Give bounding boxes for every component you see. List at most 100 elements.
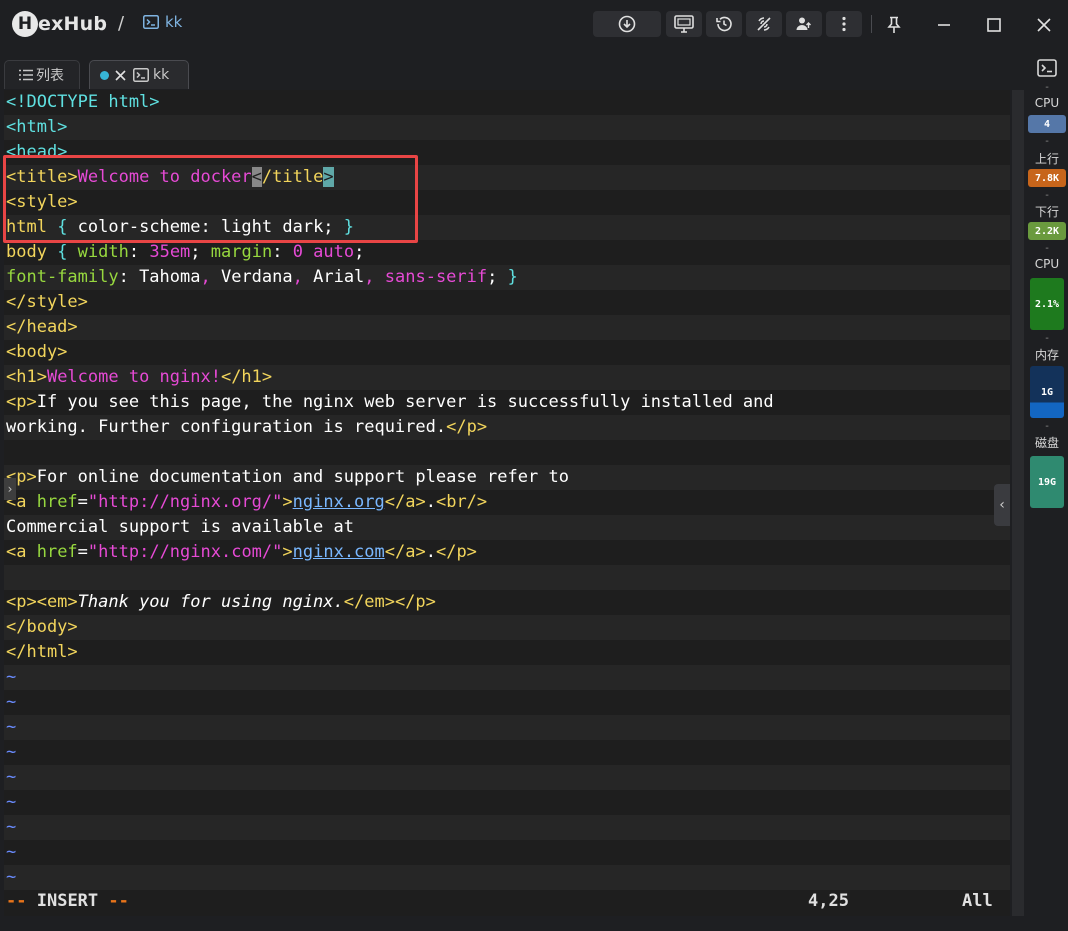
scroll-position: All [962, 891, 993, 911]
editor-token: ~ [6, 667, 17, 687]
editor-token: <p><em> [6, 592, 78, 612]
editor-token: ~ [6, 842, 17, 862]
pin-button[interactable] [880, 12, 908, 38]
terminal-icon [143, 15, 159, 29]
editor-token: , [200, 267, 221, 287]
logo-mark: H [12, 11, 38, 37]
dash: - [1045, 136, 1049, 147]
editor-token: href [36, 542, 78, 562]
list-icon [19, 69, 33, 81]
editor-token: } [507, 267, 518, 287]
editor-token: : [128, 242, 150, 262]
editor-line: <p><em>Thank you for using nginx.</em></… [4, 590, 1010, 615]
editor-token: </style> [6, 292, 88, 312]
editor-line: ~ [4, 815, 1010, 840]
terminal-scrollbar[interactable] [1012, 90, 1024, 916]
editor-token: <head> [6, 142, 68, 162]
editor-token: Welcome to docker [77, 167, 252, 187]
disk-badge: 19G [1030, 456, 1064, 508]
editor-token: </a> [384, 542, 426, 562]
cpu-cores-badge: 4 [1028, 115, 1066, 133]
editor-line: font-family: Tahoma, Verdana, Arial, san… [4, 265, 1010, 290]
editor-line: html { color-scheme: light dark; } [4, 215, 1010, 240]
title-bar: H exHub / kk [0, 0, 1068, 50]
editor-line: ~ [4, 740, 1010, 765]
upload-badge: 7.8K [1028, 169, 1066, 187]
editor-token: width [67, 242, 129, 262]
download-button[interactable] [593, 11, 661, 37]
editor-token: Welcome to nginx! [46, 367, 221, 387]
editor-token: ~ [6, 792, 17, 812]
editor-line: <a href="http://nginx.org/">nginx.org</a… [4, 490, 1010, 515]
memory-label: 内存 [1034, 348, 1059, 362]
editor-token: <style> [6, 192, 78, 212]
editor-token: html [6, 217, 58, 237]
editor-token: color-scheme: light dark; [67, 217, 344, 237]
dash: - [1045, 333, 1049, 344]
editor-token: : [272, 242, 293, 262]
editor-token: <p> [6, 392, 37, 412]
editor-token: ; [487, 267, 508, 287]
close-tab-icon[interactable] [115, 69, 126, 81]
collapse-panel-button[interactable]: ‹ [994, 484, 1010, 526]
editor-token: "http://nginx.org/" [87, 492, 283, 512]
broadcast-off-icon [757, 17, 771, 31]
tab-kk[interactable]: kk [89, 60, 189, 89]
dash: - [1045, 243, 1049, 254]
editor-token: </head> [6, 317, 78, 337]
editor-line: ~ [4, 665, 1010, 690]
editor-token: > [282, 542, 293, 562]
tab-list[interactable]: 列表 [4, 60, 80, 89]
close-window-button[interactable] [1030, 12, 1058, 38]
editor-line: <body> [4, 340, 1010, 365]
editor-token: <title> [6, 167, 78, 187]
terminal-icon [133, 68, 149, 82]
app-window: H exHub / kk 列表 kk <!DOCTYPE html> <html… [0, 0, 1068, 931]
editor-token: > [282, 492, 293, 512]
terminal-icon[interactable] [1037, 59, 1057, 77]
more-options-button[interactable] [826, 11, 862, 37]
editor-token: <!DOCTYPE html> [6, 92, 160, 112]
history-icon [716, 16, 732, 32]
editor-token: , sans-serif [364, 267, 488, 287]
history-button[interactable] [706, 11, 742, 37]
monitor-icon [674, 15, 694, 33]
editor-token: ~ [6, 817, 17, 837]
editor-line: <p>If you see this page, the nginx web s… [4, 390, 1010, 415]
editor-line: ~ [4, 715, 1010, 740]
user-sync-button[interactable] [786, 11, 822, 37]
editor-line: </body> [4, 615, 1010, 640]
dash: - [1045, 190, 1049, 201]
editor-token: nginx.com [292, 542, 385, 562]
tab-kk-label: kk [153, 67, 170, 83]
editor-token: . [425, 492, 436, 512]
editor-token: ~ [6, 742, 17, 762]
editor-token: . [425, 542, 436, 562]
editor-token: } [343, 217, 355, 237]
cpu-usage-badge: 2.1% [1030, 278, 1064, 330]
terminal-viewport[interactable]: <!DOCTYPE html> <html> <head> <title>Welcom… [4, 90, 1010, 916]
expand-left-handle[interactable]: › [4, 478, 16, 500]
maximize-button[interactable] [980, 12, 1008, 38]
editor-token: "http://nginx.com/" [87, 542, 283, 562]
connected-dot-icon [100, 70, 109, 80]
vim-mode-status: -- INSERT -- [6, 891, 129, 911]
editor-token: <body> [6, 342, 68, 362]
breadcrumb-session-label: kk [165, 13, 183, 31]
mode-dash-left: -- [6, 891, 27, 911]
minimize-button[interactable] [930, 12, 958, 38]
breadcrumb-session[interactable]: kk [143, 13, 182, 31]
cpu-usage-label: CPU [1034, 257, 1060, 271]
editor-token: ~ [6, 767, 17, 787]
editor-token: working. Further configuration is requir… [6, 417, 447, 437]
tab-bar: 列表 kk [0, 58, 1024, 90]
editor-token: /title [261, 167, 324, 187]
editor-token: </p> [435, 542, 477, 562]
editor-line: </style> [4, 290, 1010, 315]
dash: - [1045, 421, 1049, 432]
editor-line: ~ [4, 840, 1010, 865]
breadcrumb-separator: / [118, 13, 125, 34]
monitor-button[interactable] [666, 11, 702, 37]
editor-token: : Tahoma [118, 267, 201, 287]
broadcast-off-button[interactable] [746, 11, 782, 37]
